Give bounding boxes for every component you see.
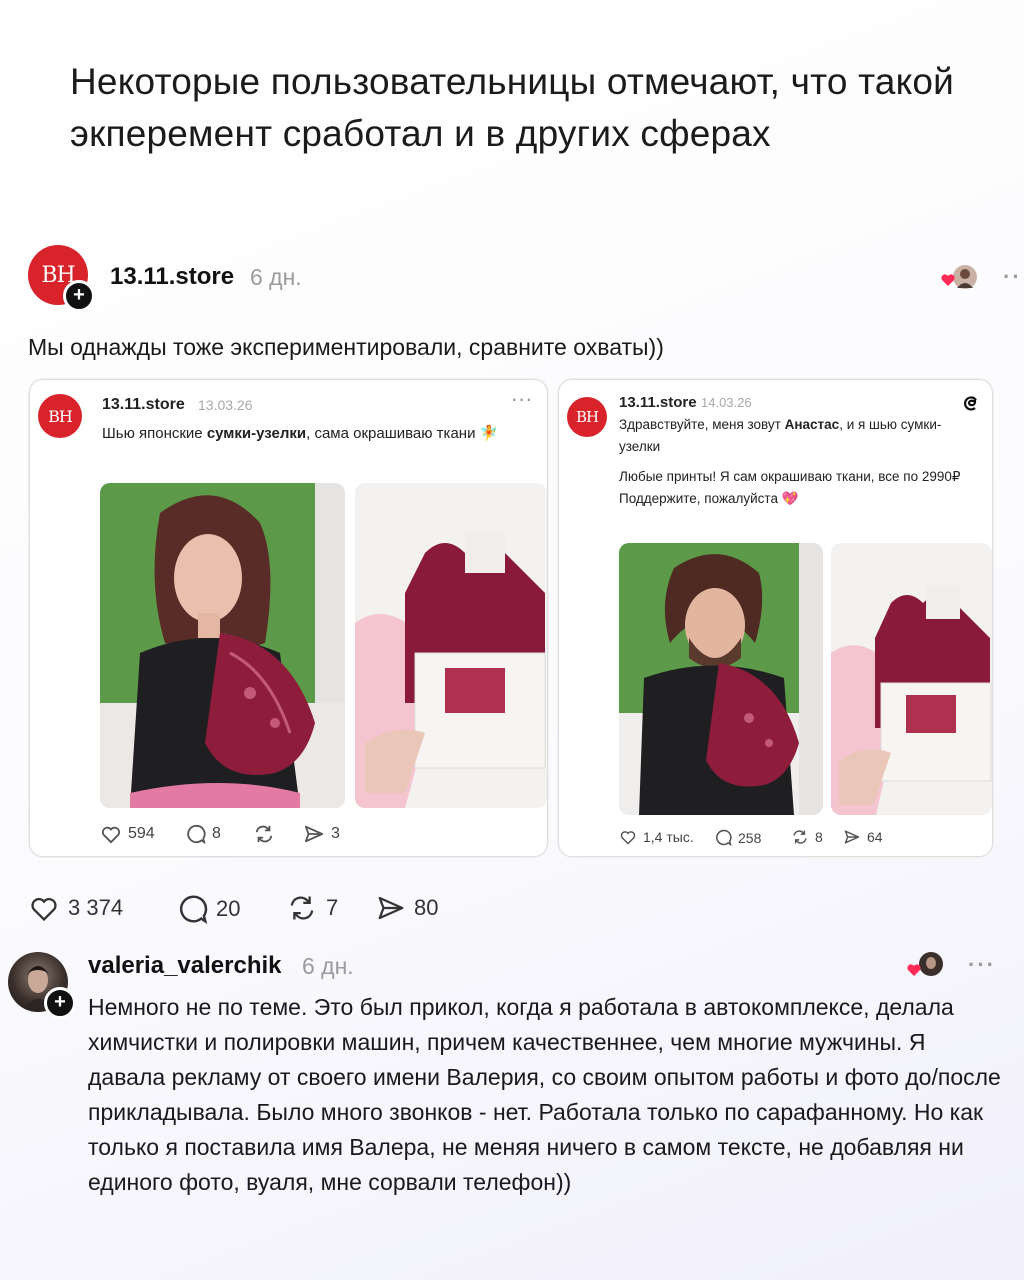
card-date: 13.03.26 bbox=[198, 397, 253, 413]
comment-icon bbox=[187, 824, 206, 844]
like-count: 3 374 bbox=[68, 895, 124, 920]
heart-emoji: 💖 bbox=[781, 491, 799, 506]
card-text: Шью японские сумки-узелки, сама окрашива… bbox=[102, 425, 499, 442]
card-photo-model bbox=[619, 543, 823, 815]
post-age: 6 дн. bbox=[250, 264, 302, 290]
comment-icon bbox=[716, 829, 732, 846]
share-count: 80 bbox=[414, 895, 439, 920]
embedded-post-card-left[interactable]: ВН 13.11.store 13.03.26 ··· Шью японские… bbox=[29, 379, 548, 857]
card-photo-bag bbox=[831, 543, 992, 815]
page-heading: Некоторые пользовательницы отмечают, что… bbox=[70, 61, 955, 154]
card-repost-stat bbox=[253, 824, 281, 844]
card-date: 14.03.26 bbox=[701, 395, 752, 410]
share-button[interactable]: 80 bbox=[376, 894, 438, 922]
likers-icon[interactable] bbox=[938, 262, 982, 292]
likers-icon[interactable] bbox=[902, 950, 946, 980]
reply-more-icon[interactable]: ··· bbox=[968, 952, 996, 978]
repost-button[interactable]: 7 bbox=[286, 894, 338, 922]
card-share-stat: 64 bbox=[843, 829, 883, 845]
follow-plus-icon[interactable]: + bbox=[44, 987, 76, 1019]
heart-icon bbox=[31, 897, 57, 922]
share-icon bbox=[378, 896, 404, 920]
reply-username[interactable]: valeria_valerchik bbox=[88, 952, 282, 980]
repost-icon bbox=[793, 830, 807, 844]
comment-count: 20 bbox=[216, 896, 241, 921]
comment-button[interactable]: 20 bbox=[178, 894, 240, 924]
card-like-stat: 1,4 тыс. bbox=[619, 829, 694, 845]
reply-text: Немного не по теме. Это был прикол, когд… bbox=[88, 994, 1001, 1195]
repost-count: 7 bbox=[326, 895, 339, 920]
card-more-icon: ··· bbox=[512, 392, 534, 409]
card-like-stat: 594 bbox=[100, 824, 155, 844]
fairy-emoji: 🧚 bbox=[479, 425, 499, 442]
card-share-stat: 3 bbox=[303, 824, 340, 844]
card-username: 13.11.store bbox=[619, 394, 697, 411]
threads-icon bbox=[964, 396, 977, 411]
card-avatar: ВН bbox=[567, 397, 607, 437]
follow-plus-icon[interactable]: + bbox=[63, 280, 95, 312]
card-comment-stat: 258 bbox=[715, 829, 761, 846]
share-icon bbox=[304, 825, 324, 843]
repost-icon bbox=[255, 825, 273, 843]
card-comment-stat: 8 bbox=[186, 824, 221, 844]
card-photo-model bbox=[100, 483, 345, 808]
post-text: Мы однажды тоже экспериментировали, срав… bbox=[28, 334, 664, 360]
repost-icon bbox=[290, 896, 314, 920]
heart-icon bbox=[620, 831, 636, 845]
reply-age: 6 дн. bbox=[302, 953, 354, 979]
comment-icon bbox=[180, 895, 208, 924]
card-avatar: ВН bbox=[38, 394, 82, 438]
card-photo-bag bbox=[355, 483, 547, 808]
like-button[interactable]: 3 374 bbox=[28, 894, 123, 922]
card-repost-stat: 8 bbox=[791, 829, 823, 845]
share-icon bbox=[844, 830, 860, 844]
card-text: Здравствуйте, меня зовут Анастас, и я шь… bbox=[619, 417, 961, 506]
post-username[interactable]: 13.11.store bbox=[110, 263, 234, 291]
heart-icon bbox=[101, 826, 121, 844]
card-username: 13.11.store bbox=[102, 396, 185, 413]
embedded-post-card-right[interactable]: ВН 13.11.store 14.03.26 Здравствуйте, ме… bbox=[558, 379, 993, 857]
more-icon[interactable]: ·· bbox=[1003, 264, 1022, 290]
